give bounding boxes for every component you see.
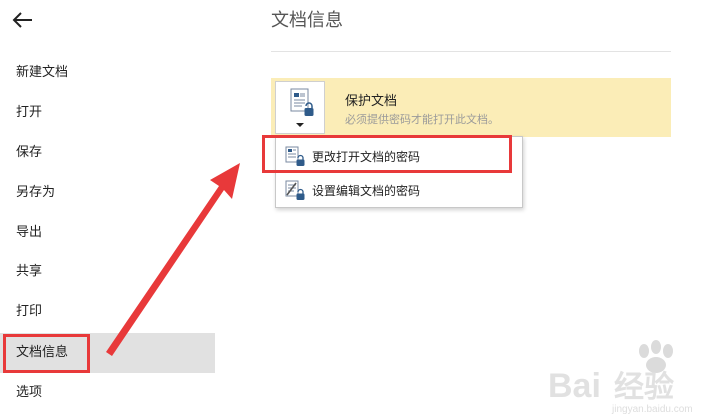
edit-document-lock-icon [285, 180, 305, 200]
set-edit-password-label: 设置编辑文档的密码 [312, 184, 421, 198]
back-arrow-icon[interactable] [10, 6, 38, 34]
protect-document-dropdown: 更改打开文档的密码 设置编辑文档的密码 [275, 136, 523, 208]
sidebar: 新建文档 打开 保存 另存为 导出 共享 打印 文档信息 选项 [0, 0, 215, 419]
protect-document-title: 保护文档 [345, 94, 398, 109]
sidebar-item-print[interactable]: 打印 [0, 292, 215, 332]
baidu-jingyan-watermark-logo: Bai 经验 jingyan.baidu.com [548, 340, 693, 415]
sidebar-item-save[interactable]: 保存 [0, 133, 215, 173]
protect-document-panel: 保护文档 必须提供密码才能打开此文档。 [271, 78, 671, 137]
sidebar-item-share[interactable]: 共享 [0, 252, 215, 292]
document-lock-icon [285, 146, 305, 166]
document-lock-icon [290, 88, 314, 127]
divider [271, 51, 671, 52]
sidebar-item-document-info[interactable]: 文档信息 [0, 333, 215, 373]
change-open-password-menu-item[interactable]: 更改打开文档的密码 [276, 138, 522, 172]
sidebar-item-save-as[interactable]: 另存为 [0, 173, 215, 213]
svg-text:jingyan.baidu.com: jingyan.baidu.com [611, 404, 693, 415]
sidebar-item-export[interactable]: 导出 [0, 213, 215, 253]
protect-document-button[interactable] [275, 81, 325, 134]
svg-text:Bai: Bai [548, 367, 601, 405]
page-title: 文档信息 [271, 10, 343, 31]
sidebar-item-options[interactable]: 选项 [0, 373, 215, 413]
svg-text:经验: 经验 [614, 370, 674, 404]
protect-document-description: 必须提供密码才能打开此文档。 [345, 113, 499, 126]
sidebar-item-open[interactable]: 打开 [0, 93, 215, 133]
change-open-password-label: 更改打开文档的密码 [312, 150, 421, 164]
sidebar-item-new-document[interactable]: 新建文档 [0, 53, 215, 93]
set-edit-password-menu-item[interactable]: 设置编辑文档的密码 [276, 172, 522, 206]
